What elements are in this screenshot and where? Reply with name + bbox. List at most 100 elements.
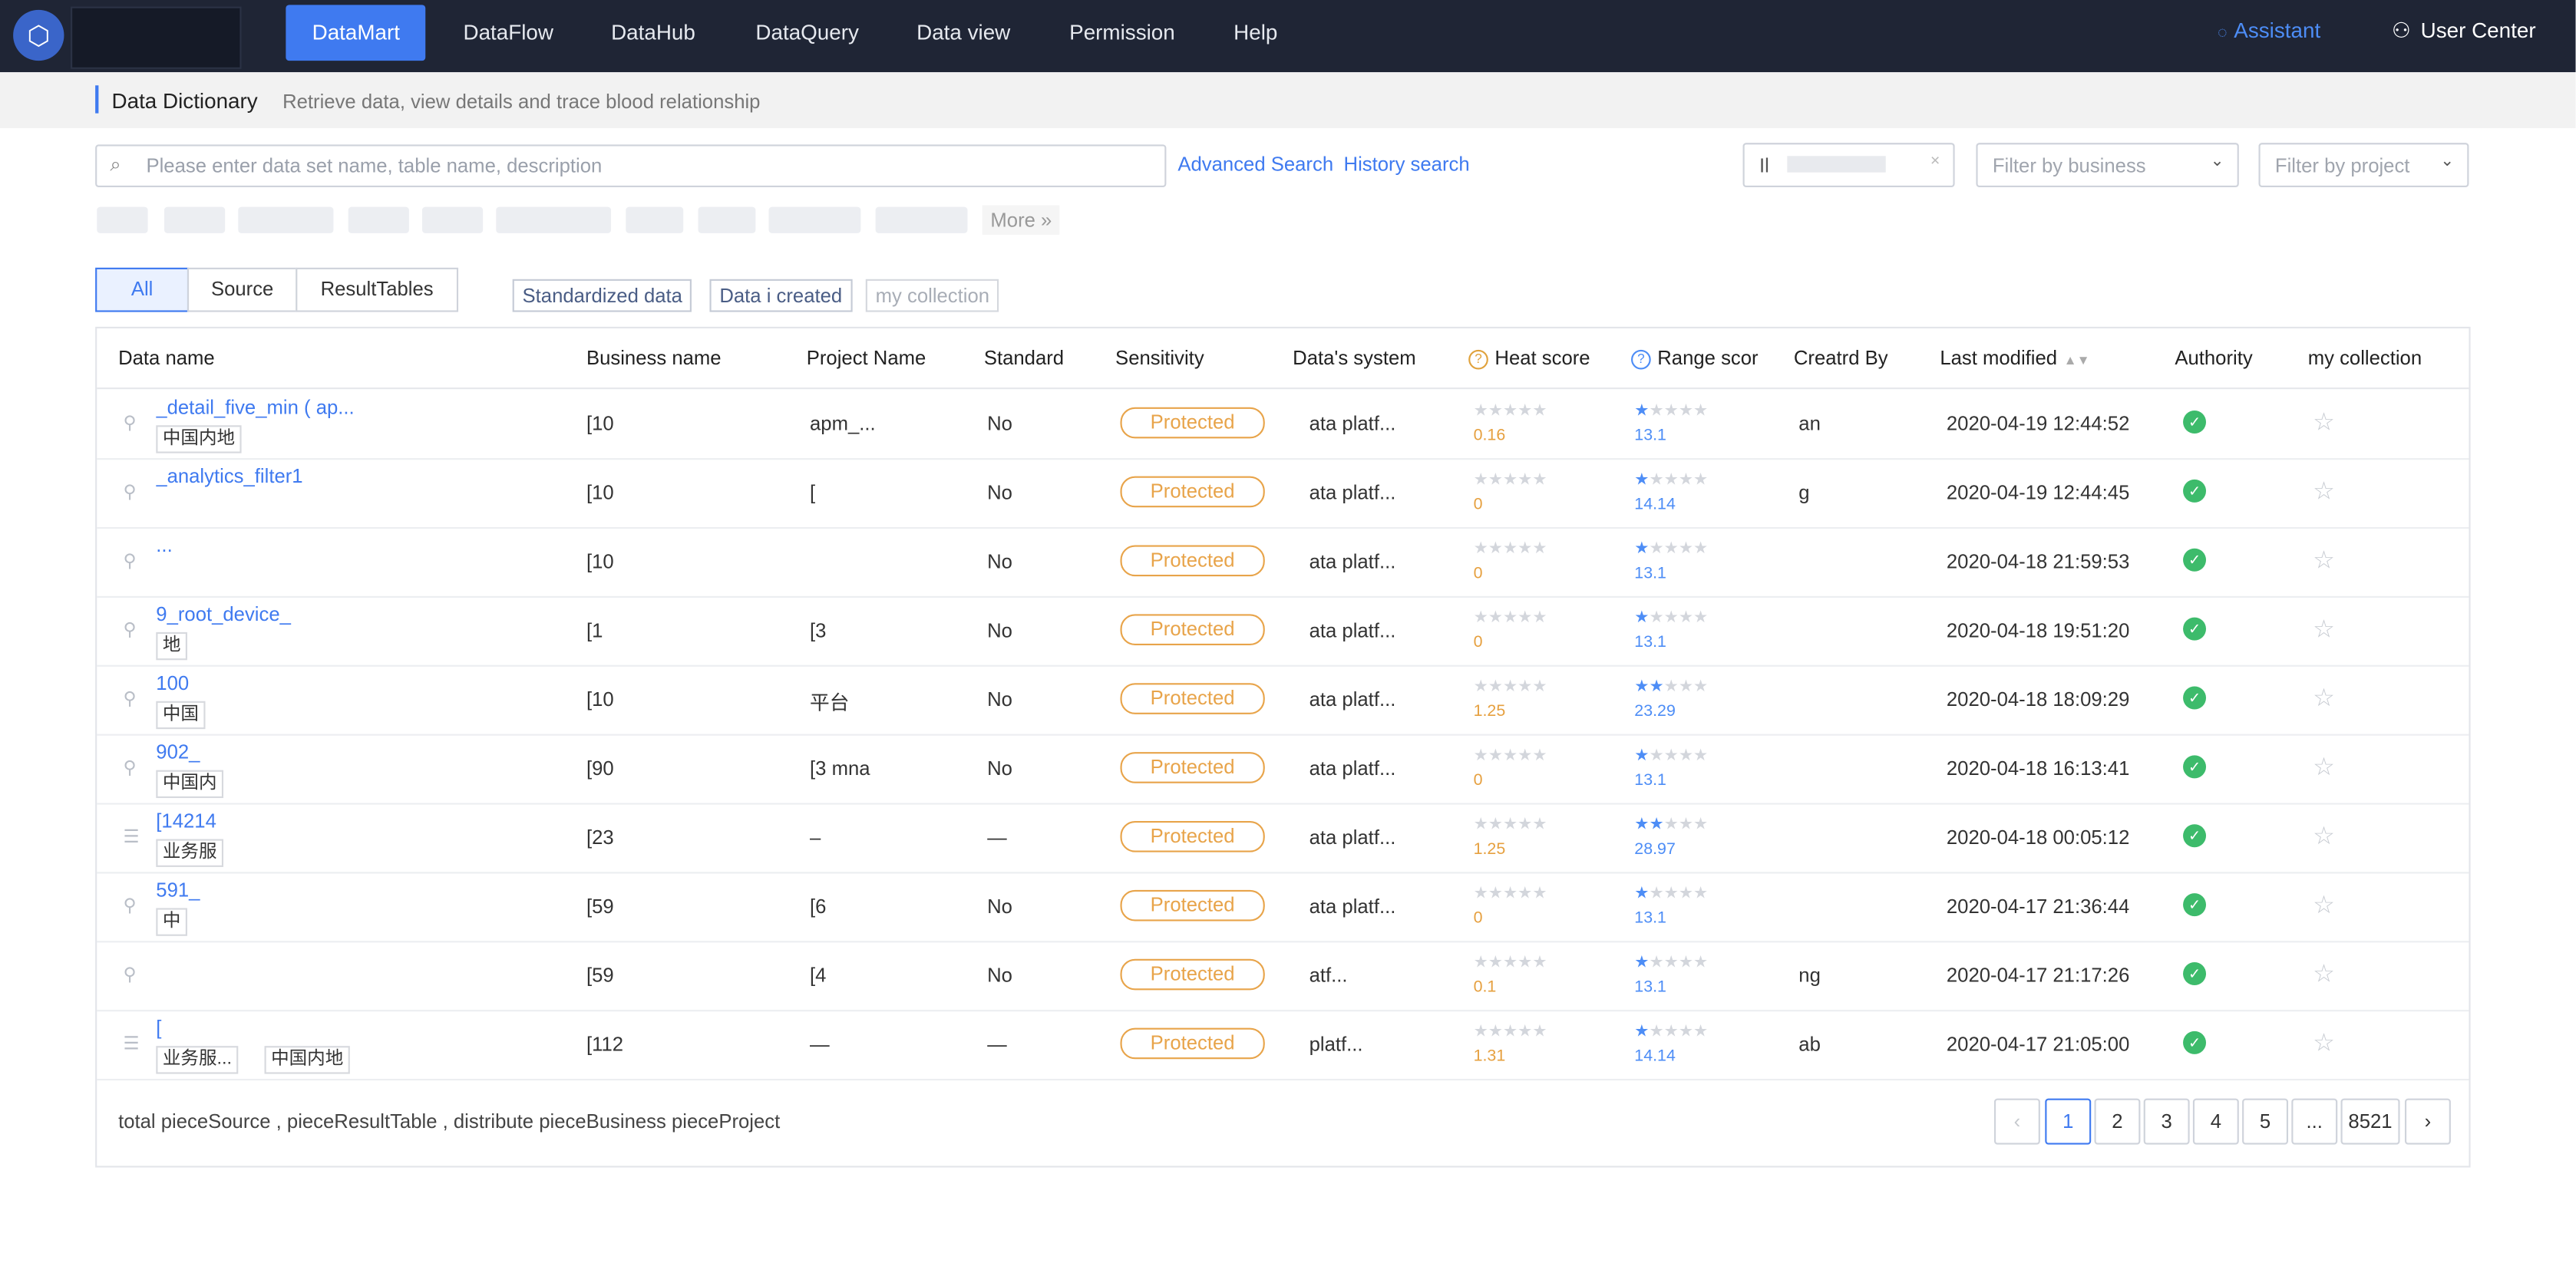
dataset-type-icon: ⚲ <box>123 483 137 503</box>
collection-star-icon[interactable]: ☆ <box>2313 959 2335 988</box>
sort-icon[interactable]: ▲▼ <box>2064 353 2090 368</box>
standardized-data-toggle[interactable]: Standardized data <box>512 279 692 312</box>
search-input[interactable] <box>143 149 1135 183</box>
range-score-value: 13.1 <box>1634 634 1666 652</box>
data-name-link[interactable]: _detail_five_min ( ap... <box>156 396 550 419</box>
filter-all[interactable]: All <box>95 267 190 312</box>
range-score-value: 14.14 <box>1634 1047 1676 1066</box>
sensitivity-badge: Protected <box>1120 1027 1265 1060</box>
tag-chip[interactable] <box>768 206 861 233</box>
app-root: ⬡ DataMart DataFlow DataHub DataQuery Da… <box>0 0 2576 1286</box>
project-name-cell: [6 <box>810 895 827 918</box>
history-search-link[interactable]: History search <box>1344 153 1470 176</box>
tag-chip[interactable] <box>875 206 968 233</box>
collection-star-icon[interactable]: ☆ <box>2313 890 2335 919</box>
tag-chip[interactable] <box>626 206 684 233</box>
nav-help[interactable]: Help <box>1207 5 1304 61</box>
data-name-link[interactable]: _analytics_filter1 <box>156 465 550 488</box>
authority-check-icon: ✓ <box>2183 686 2207 710</box>
created-by-cell: ng <box>1798 964 1821 988</box>
tag-chip[interactable] <box>421 206 484 233</box>
page-button[interactable]: 1 <box>2045 1098 2092 1145</box>
nav-permission[interactable]: Permission <box>1043 5 1201 61</box>
business-name-cell: [90 <box>586 757 614 780</box>
page-button[interactable]: ... <box>2291 1098 2338 1145</box>
tag-chip[interactable] <box>496 206 612 233</box>
data-system-cell: atf... <box>1309 964 1348 988</box>
data-name-link[interactable]: 100 <box>156 671 550 694</box>
tag-chip[interactable] <box>348 206 409 233</box>
collection-star-icon[interactable]: ☆ <box>2313 476 2335 506</box>
nav-datamart[interactable]: DataMart <box>286 5 427 61</box>
filter-result-tables[interactable]: ResultTables <box>296 267 459 312</box>
nav-dataquery[interactable]: DataQuery <box>729 5 885 61</box>
col-range-score[interactable]: ? Range scor <box>1631 347 1759 370</box>
collection-star-icon[interactable]: ☆ <box>2313 614 2335 644</box>
standard-cell: No <box>987 618 1012 642</box>
sensitivity-badge: Protected <box>1120 889 1265 922</box>
data-name-link[interactable]: 9_root_device_ <box>156 602 550 625</box>
table-row[interactable]: ☰ [14214 业务服 [23 – — Protected ata platf... ★★★★… <box>97 803 2469 874</box>
business-name-cell: [112 <box>586 1033 624 1057</box>
table-row[interactable]: ⚲ _detail_five_min ( ap... 中国内地 [10 apm_... N… <box>97 389 2469 460</box>
data-name-link[interactable]: 902_ <box>156 740 550 763</box>
collection-star-icon[interactable]: ☆ <box>2313 683 2335 712</box>
table-row[interactable]: ⚲ 902_ 中国内 [90 [3 mna No Protected ata platf...… <box>97 734 2469 805</box>
dataset-type-icon: ⚲ <box>123 758 137 779</box>
collection-star-icon[interactable]: ☆ <box>2313 545 2335 575</box>
project-filter-select[interactable]: Filter by project ⌄ <box>2258 143 2469 187</box>
table-row[interactable]: ☰ [业务服... 中国内地 [112 — — Protected platf... ★★★★★… <box>97 1010 2469 1081</box>
breadcrumb-accent <box>95 85 99 114</box>
assistant-link[interactable]: ◌ Assistant <box>2218 18 2320 43</box>
my-collection-toggle[interactable]: my collection <box>865 279 999 312</box>
more-tags-link[interactable]: More » <box>982 205 1061 236</box>
nav-datahub[interactable]: DataHub <box>585 5 722 61</box>
page-button[interactable]: 4 <box>2192 1098 2239 1145</box>
authority-check-icon: ✓ <box>2183 479 2207 503</box>
table-row[interactable]: ⚲ 9_root_device_ 地 [1 [3 No Protected ata platf… <box>97 596 2469 667</box>
collection-star-icon[interactable]: ☆ <box>2313 821 2335 850</box>
clear-icon[interactable]: × <box>1930 153 1940 171</box>
collection-star-icon[interactable]: ☆ <box>2313 752 2335 781</box>
page-button[interactable]: 5 <box>2242 1098 2289 1145</box>
nav-data-view[interactable]: Data view <box>890 5 1037 61</box>
user-center-link[interactable]: ⚇ User Center <box>2392 18 2536 45</box>
next-page-button[interactable]: › <box>2404 1098 2451 1145</box>
region-tag: 地 <box>156 631 187 661</box>
cube-logo-icon[interactable]: ⬡ <box>13 9 64 61</box>
page-button[interactable]: 3 <box>2143 1098 2190 1145</box>
data-name-link[interactable]: 591_ <box>156 879 550 902</box>
tag-chip[interactable] <box>97 206 148 233</box>
data-i-created-toggle[interactable]: Data i created <box>709 279 853 312</box>
heat-score-stars: ★★★★★ <box>1473 954 1547 972</box>
project-name-cell: [3 <box>810 618 827 642</box>
last-modified-cell: 2020-04-18 00:05:12 <box>1946 826 2130 849</box>
business-filter-select[interactable]: Filter by business ⌄ <box>1976 143 2239 187</box>
table-row[interactable]: ⚲ 100 中国 [10 平台 No Protected ata platf... ★★★★★ 1… <box>97 665 2469 736</box>
data-name-link[interactable]: [14214 <box>156 810 550 833</box>
tag-chip[interactable] <box>164 206 226 233</box>
page-button[interactable]: 2 <box>2094 1098 2141 1145</box>
table-row[interactable]: ⚲ [59 [4 No Protected atf... ★★★★★ 0.1 ★★★★★ 13.1… <box>97 941 2469 1012</box>
data-name-link[interactable]: ... <box>156 534 550 557</box>
prev-page-button[interactable]: ‹ <box>1993 1098 2040 1145</box>
collection-star-icon[interactable]: ☆ <box>2313 407 2335 437</box>
tag-chip[interactable] <box>698 206 756 233</box>
page-button[interactable]: 8521 <box>2340 1098 2400 1145</box>
col-heat-score[interactable]: ? Heat score <box>1468 347 1590 370</box>
table-row[interactable]: ⚲ 591_ 中 [59 [6 No Protected ata platf... ★★★★★ 0… <box>97 872 2469 943</box>
collection-star-icon[interactable]: ☆ <box>2313 1028 2335 1057</box>
col-last-modified[interactable]: Last modified ▲▼ <box>1940 347 2089 370</box>
help-icon[interactable]: ? <box>1631 349 1651 370</box>
table-row[interactable]: ⚲... [10 No Protected ata platf... ★★★★★ 0 ★★★★… <box>97 527 2469 598</box>
tag-chip[interactable] <box>238 206 334 233</box>
help-icon[interactable]: ? <box>1468 349 1488 370</box>
region-select[interactable]: Il × <box>1742 143 1955 187</box>
search-box[interactable]: ⌕ <box>95 144 1167 187</box>
business-name-cell: [1 <box>586 618 603 642</box>
table-row[interactable]: ⚲ _analytics_filter1 [10 [No Protected ata pl… <box>97 458 2469 529</box>
data-name-link[interactable]: [ <box>156 1017 550 1040</box>
filter-source[interactable]: Source <box>187 267 298 312</box>
advanced-search-link[interactable]: Advanced Search <box>1177 153 1333 176</box>
nav-dataflow[interactable]: DataFlow <box>437 5 580 61</box>
